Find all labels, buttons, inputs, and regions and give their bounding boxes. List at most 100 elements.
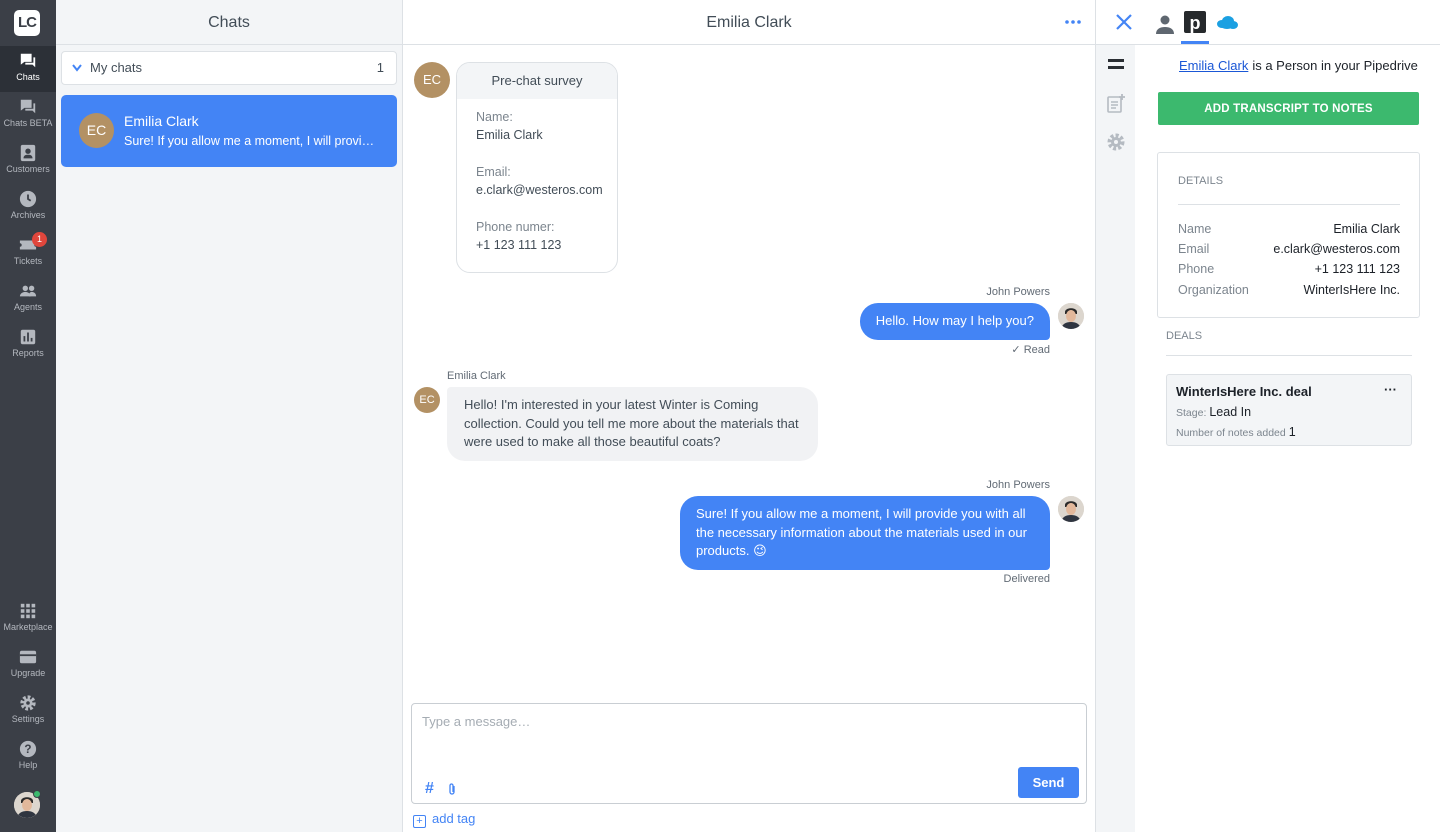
chat-item-preview: Sure! If you allow me a moment, I will p… bbox=[124, 134, 379, 148]
close-icon[interactable] bbox=[1115, 13, 1133, 31]
conversation-header: Emilia Clark bbox=[403, 0, 1095, 45]
survey-field-label: Email: bbox=[476, 165, 511, 179]
deal-stage: Stage: Lead In bbox=[1176, 405, 1252, 419]
gear-icon bbox=[20, 695, 36, 711]
deal-more-icon[interactable]: ··· bbox=[1384, 382, 1397, 397]
details-row: Name Emilia Clark bbox=[1178, 222, 1400, 236]
survey-field-value: +1 123 111 123 bbox=[476, 238, 562, 252]
details-row: Phone +1 123 111 123 bbox=[1178, 262, 1400, 276]
online-status-dot bbox=[33, 790, 41, 798]
chats-beta-icon bbox=[20, 99, 36, 114]
menu-icon[interactable] bbox=[1106, 55, 1126, 75]
svg-text:?: ? bbox=[24, 743, 31, 756]
help-icon: ? bbox=[19, 740, 37, 758]
nav-item-customers[interactable]: Customers bbox=[0, 138, 56, 184]
customers-icon bbox=[20, 144, 36, 162]
nav-item-settings[interactable]: Settings bbox=[0, 688, 56, 734]
nav-item-tickets[interactable]: Tickets 1 bbox=[0, 230, 56, 276]
details-title: DETAILS bbox=[1178, 175, 1224, 187]
card-icon bbox=[19, 650, 37, 664]
agent-avatar bbox=[1058, 303, 1084, 329]
person-icon bbox=[1156, 15, 1174, 34]
conversation-panel: Emilia Clark EC Pre-chat survey Name: Em… bbox=[403, 0, 1095, 832]
integrations-tab-bar: p bbox=[1096, 0, 1440, 45]
pipedrive-person-line: Emilia Clark is a Person in your Pipedriv… bbox=[1179, 58, 1418, 73]
message-composer: # Send bbox=[411, 703, 1087, 804]
nav-item-chats-beta[interactable]: Chats BETA bbox=[0, 92, 56, 138]
chat-item-name: Emilia Clark bbox=[124, 113, 199, 129]
add-transcript-button[interactable]: ADD TRANSCRIPT TO NOTES bbox=[1158, 92, 1419, 125]
message-sender: John Powers bbox=[986, 479, 1050, 491]
pipedrive-side-rail bbox=[1096, 45, 1135, 832]
nav-item-help[interactable]: ? Help bbox=[0, 734, 56, 780]
agent-message: Sure! If you allow me a moment, I will p… bbox=[680, 496, 1050, 570]
tab-customer-details[interactable] bbox=[1151, 10, 1179, 44]
svg-text:p: p bbox=[1190, 13, 1201, 33]
person-link-suffix: is a Person in your Pipedrive bbox=[1252, 58, 1418, 73]
nav-item-upgrade[interactable]: Upgrade bbox=[0, 642, 56, 688]
message-status: ✓ Read bbox=[1011, 344, 1050, 356]
check-icon: ✓ bbox=[1011, 344, 1024, 356]
deals-title: DEALS bbox=[1166, 330, 1203, 342]
tickets-count-badge: 1 bbox=[32, 232, 47, 247]
settings-gear-icon[interactable] bbox=[1106, 132, 1126, 152]
agent-face-icon bbox=[1058, 303, 1084, 329]
person-link[interactable]: Emilia Clark bbox=[1179, 58, 1248, 73]
my-chats-count: 1 bbox=[376, 60, 384, 75]
grid-icon bbox=[20, 603, 36, 619]
agent-avatar bbox=[1058, 496, 1084, 522]
my-chats-group[interactable]: My chats 1 bbox=[61, 51, 397, 85]
message-sender: Emilia Clark bbox=[447, 370, 506, 382]
nav-item-chats[interactable]: Chats bbox=[0, 46, 56, 92]
main-navigation: LC Chats Chats BETA Customers Archives T… bbox=[0, 0, 56, 832]
chevron-down-icon bbox=[72, 64, 82, 72]
survey-field-label: Name: bbox=[476, 110, 513, 124]
tab-salesforce[interactable] bbox=[1213, 10, 1241, 44]
person-details-card: DETAILS Name Emilia Clark Email e.clark@we… bbox=[1157, 152, 1420, 318]
message-status: Delivered bbox=[1003, 573, 1050, 585]
visitor-avatar: EC bbox=[79, 113, 114, 148]
chats-list-panel: Chats My chats 1 EC Emilia Clark Sure! I… bbox=[56, 0, 403, 832]
salesforce-cloud-icon bbox=[1217, 16, 1238, 29]
clock-icon bbox=[19, 190, 37, 208]
nav-item-reports[interactable]: Reports bbox=[0, 322, 56, 368]
attachment-icon[interactable] bbox=[447, 783, 457, 796]
pre-chat-survey-card: Pre-chat survey Name: Emilia Clark Email… bbox=[456, 62, 618, 273]
conversation-title: Emilia Clark bbox=[706, 14, 792, 31]
details-row: Email e.clark@westeros.com bbox=[1178, 242, 1400, 256]
plus-icon: + bbox=[413, 815, 426, 828]
message-sender: John Powers bbox=[986, 286, 1050, 298]
agent-message: Hello. How may I help you? bbox=[859, 303, 1050, 340]
send-button[interactable]: Send bbox=[1018, 767, 1079, 798]
survey-field-label: Phone numer: bbox=[476, 220, 555, 234]
livechat-logo: LC bbox=[14, 10, 40, 36]
add-note-icon[interactable] bbox=[1106, 93, 1126, 113]
nav-item-agents[interactable]: Agents bbox=[0, 276, 56, 322]
nav-item-marketplace[interactable]: Marketplace bbox=[0, 596, 56, 642]
chats-panel-title: Chats bbox=[56, 0, 402, 45]
deal-notes-count: Number of notes added 1 bbox=[1176, 425, 1296, 439]
reports-icon bbox=[20, 329, 36, 345]
deal-title: WinterIsHere Inc. deal bbox=[1176, 384, 1312, 399]
integrations-panel: p Emilia Clark is a Person in your Pipedr… bbox=[1095, 0, 1440, 832]
deals-divider bbox=[1166, 355, 1412, 356]
add-tag-button[interactable]: + add tag bbox=[413, 811, 475, 828]
chat-list-item[interactable]: EC Emilia Clark Sure! If you allow me a … bbox=[61, 95, 397, 167]
visitor-avatar: EC bbox=[414, 387, 440, 413]
more-options-icon[interactable] bbox=[1064, 14, 1082, 30]
deal-card[interactable]: WinterIsHere Inc. deal ··· Stage: Lead In… bbox=[1166, 374, 1412, 446]
canned-response-icon[interactable]: # bbox=[425, 780, 434, 798]
nav-item-archives[interactable]: Archives bbox=[0, 184, 56, 230]
agents-icon bbox=[19, 285, 37, 297]
message-input[interactable] bbox=[422, 714, 1072, 754]
chats-icon bbox=[20, 53, 36, 68]
visitor-avatar: EC bbox=[414, 62, 450, 98]
pipedrive-logo-icon: p bbox=[1184, 11, 1206, 33]
survey-title: Pre-chat survey bbox=[457, 63, 617, 99]
my-chats-label: My chats bbox=[90, 60, 143, 75]
tab-pipedrive[interactable]: p bbox=[1181, 10, 1209, 44]
visitor-message: Hello! I'm interested in your latest Win… bbox=[447, 387, 818, 461]
details-row: Organization WinterIsHere Inc. bbox=[1178, 283, 1400, 297]
agent-face-icon bbox=[1058, 496, 1084, 522]
survey-field-value: Emilia Clark bbox=[476, 128, 543, 142]
